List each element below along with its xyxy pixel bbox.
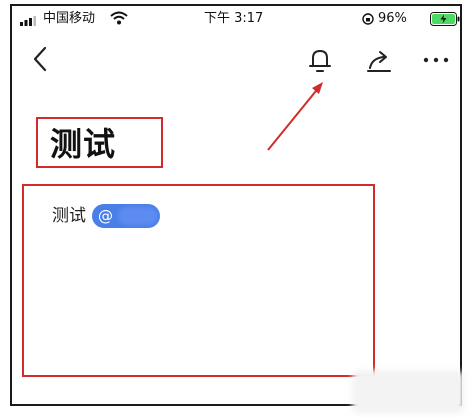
- clock-time: 下午 3:17: [204, 11, 264, 26]
- mention-symbol: @: [98, 207, 113, 225]
- wifi-icon: [110, 11, 128, 25]
- document-body-text[interactable]: 测试: [52, 205, 86, 227]
- share-icon[interactable]: [364, 46, 394, 74]
- bell-icon[interactable]: [306, 46, 334, 74]
- watermark: [352, 370, 464, 414]
- battery-icon: [430, 12, 460, 26]
- mention-chip[interactable]: @: [92, 204, 160, 228]
- more-icon[interactable]: [420, 48, 452, 68]
- back-button[interactable]: [28, 44, 52, 74]
- signal-icon: [20, 16, 36, 26]
- annotation-arrow: [267, 82, 323, 151]
- mention-name-blurred: [118, 207, 158, 225]
- document-title[interactable]: 测试: [50, 126, 116, 162]
- rotation-lock-icon: [362, 13, 374, 25]
- battery-percent: 96%: [378, 11, 407, 26]
- carrier-label: 中国移动: [43, 11, 96, 26]
